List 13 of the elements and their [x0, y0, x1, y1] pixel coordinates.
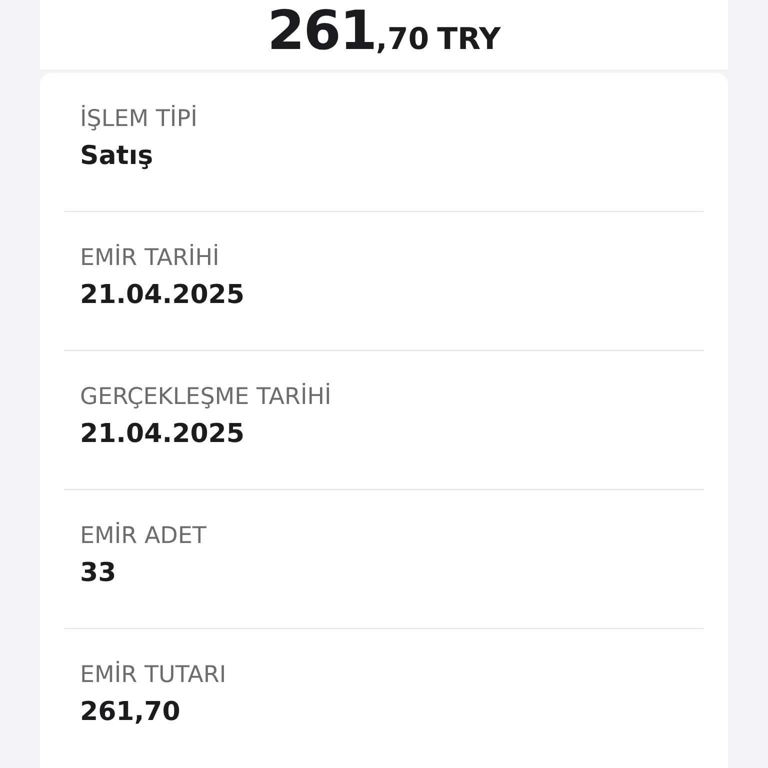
detail-value: 261,70	[80, 696, 182, 728]
detail-value: 33	[80, 556, 118, 590]
detail-value: 21.04.2025	[80, 418, 246, 450]
detail-label: GERÇEKLEŞME TARİHİ	[80, 383, 332, 412]
detail-label: EMİR TARİHİ	[80, 244, 220, 273]
detail-value: 21.04.2025	[80, 278, 246, 312]
detail-label: EMİR TUTARI	[80, 661, 228, 690]
detail-value: Satış	[80, 140, 154, 172]
detail-label: EMİR ADET	[80, 522, 208, 551]
currency-label: TRY	[437, 25, 501, 55]
amount-integer: 261	[267, 4, 376, 58]
amount-fraction: ,70	[376, 25, 430, 55]
detail-label: İŞLEM TİPİ	[80, 105, 198, 134]
